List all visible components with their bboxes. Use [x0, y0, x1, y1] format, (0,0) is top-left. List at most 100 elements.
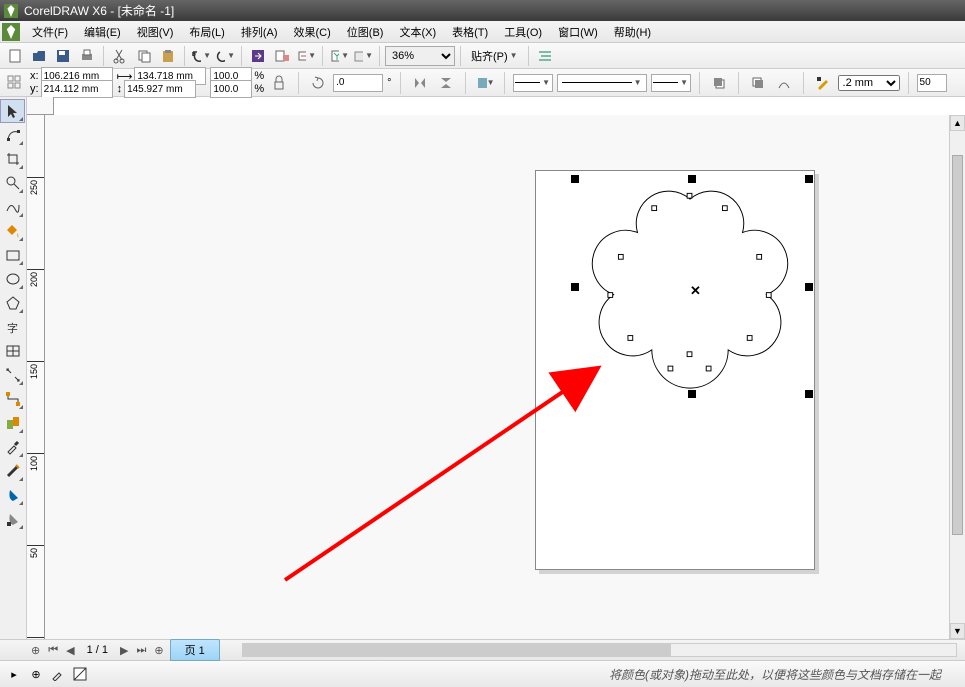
paste-button[interactable] — [157, 45, 179, 67]
pick-tool[interactable] — [0, 99, 25, 123]
eyedropper-tool[interactable] — [0, 435, 25, 459]
shape-tool[interactable] — [0, 123, 25, 147]
page-add-button[interactable]: ⊕ — [27, 644, 44, 657]
scroll-thumb[interactable] — [952, 155, 963, 535]
page-next-button[interactable]: ▶ — [116, 644, 132, 657]
page-last-button[interactable]: ⏭ — [132, 644, 150, 657]
open-button[interactable] — [28, 45, 50, 67]
menu-effects[interactable]: 效果(C) — [286, 21, 339, 43]
undo-button[interactable]: ▼ — [190, 45, 212, 67]
snap-label: 贴齐(P) — [471, 48, 508, 64]
crop-tool[interactable] — [0, 147, 25, 171]
horizontal-scrollbar[interactable] — [242, 643, 957, 657]
handle-s[interactable] — [688, 390, 696, 398]
welcome-button[interactable]: ▼ — [352, 45, 374, 67]
menu-layout[interactable]: 布局(L) — [181, 21, 232, 43]
publish-button[interactable]: ▼ — [295, 45, 317, 67]
outline-tool[interactable] — [0, 459, 25, 483]
status-eyedropper-button[interactable] — [48, 664, 68, 684]
cut-button[interactable] — [109, 45, 131, 67]
vertical-scrollbar[interactable]: ▲ ▼ — [949, 115, 965, 639]
page-bar: ⊕ ⏮ ◀ 1 / 1 ▶ ⏭ ⊕ 页 1 — [0, 639, 965, 661]
page-add2-button[interactable]: ⊕ — [150, 644, 167, 657]
rotation-input[interactable] — [333, 74, 383, 92]
canvas[interactable]: ✕ ▲ ▼ — [45, 115, 965, 639]
ellipse-tool[interactable] — [0, 267, 25, 291]
rectangle-tool[interactable] — [0, 243, 25, 267]
save-button[interactable] — [52, 45, 74, 67]
lock-ratio-button[interactable] — [268, 72, 290, 94]
y-input[interactable] — [41, 80, 113, 98]
menu-tools[interactable]: 工具(O) — [496, 21, 550, 43]
snap-button[interactable]: 贴齐(P)▼ — [466, 45, 523, 67]
scale-y-input[interactable] — [210, 80, 252, 98]
title-bar: CorelDRAW X6 - [未命名 -1] — [0, 0, 965, 21]
fill-tool[interactable] — [0, 483, 25, 507]
menu-window[interactable]: 窗口(W) — [550, 21, 606, 43]
scroll-down-button[interactable]: ▼ — [950, 623, 965, 639]
handle-w[interactable] — [571, 283, 579, 291]
copy-button[interactable] — [133, 45, 155, 67]
menu-help[interactable]: 帮助(H) — [606, 21, 659, 43]
zoom-select[interactable]: 36% — [385, 46, 455, 66]
separator — [241, 46, 242, 66]
menu-bar: 文件(F) 编辑(E) 视图(V) 布局(L) 排列(A) 效果(C) 位图(B… — [0, 21, 965, 43]
wrap-button[interactable]: ▼ — [474, 72, 496, 94]
convert-curves-button[interactable] — [773, 72, 795, 94]
page-tab[interactable]: 页 1 — [170, 639, 220, 661]
handle-e[interactable] — [805, 283, 813, 291]
connector-tool[interactable] — [0, 387, 25, 411]
interactive-fill-tool[interactable] — [0, 507, 25, 531]
status-none-button[interactable] — [70, 664, 90, 684]
height-input[interactable] — [124, 80, 196, 98]
print-button[interactable] — [76, 45, 98, 67]
menu-view[interactable]: 视图(V) — [129, 21, 182, 43]
menu-edit[interactable]: 编辑(E) — [76, 21, 129, 43]
export-button[interactable] — [271, 45, 293, 67]
menu-bitmap[interactable]: 位图(B) — [339, 21, 392, 43]
options-button[interactable] — [534, 45, 556, 67]
spinner-input[interactable] — [917, 74, 947, 92]
outline-width-select[interactable]: .2 mm — [838, 75, 900, 91]
status-play-button[interactable]: ▸ — [4, 664, 24, 684]
line-style-combo[interactable]: ▼ — [557, 74, 647, 92]
new-button[interactable] — [4, 45, 26, 67]
text-tool[interactable]: 字 — [0, 315, 25, 339]
app-launcher-button[interactable]: ▼ — [328, 45, 350, 67]
redo-button[interactable]: ▼ — [214, 45, 236, 67]
status-plus-button[interactable]: ⊕ — [26, 664, 46, 684]
line-end-combo[interactable]: ▼ — [651, 74, 691, 92]
to-front-button[interactable] — [708, 72, 730, 94]
ruler-corner[interactable] — [27, 97, 54, 115]
handle-ne[interactable] — [805, 175, 813, 183]
standard-toolbar: ▼ ▼ ▼ ▼ ▼ 36% 贴齐(P)▼ — [0, 43, 965, 69]
table-tool[interactable] — [0, 339, 25, 363]
to-back-button[interactable] — [747, 72, 769, 94]
line-start-combo[interactable]: ▼ — [513, 74, 553, 92]
scroll-up-button[interactable]: ▲ — [950, 115, 965, 131]
interactive-tool[interactable] — [0, 411, 25, 435]
page-tab-label: 页 1 — [185, 645, 205, 657]
page-first-button[interactable]: ⏮ — [44, 644, 62, 657]
smart-fill-tool[interactable] — [0, 219, 25, 243]
import-button[interactable] — [247, 45, 269, 67]
menu-table[interactable]: 表格(T) — [444, 21, 496, 43]
zoom-tool[interactable] — [0, 171, 25, 195]
mirror-h-button[interactable] — [409, 72, 431, 94]
handle-sw[interactable] — [571, 390, 579, 398]
handle-se[interactable] — [805, 390, 813, 398]
page-prev-button[interactable]: ◀ — [62, 644, 78, 657]
polygon-tool[interactable] — [0, 291, 25, 315]
hscroll-thumb[interactable] — [243, 644, 671, 656]
dimension-tool[interactable] — [0, 363, 25, 387]
menu-arrange[interactable]: 排列(A) — [233, 21, 286, 43]
ruler-vertical[interactable]: 300250200150100500 — [27, 115, 45, 639]
mirror-v-button[interactable] — [435, 72, 457, 94]
handle-nw[interactable] — [571, 175, 579, 183]
degree-label: ° — [387, 77, 391, 89]
menu-text[interactable]: 文本(X) — [391, 21, 444, 43]
freehand-tool[interactable] — [0, 195, 25, 219]
x-label: x: — [30, 70, 39, 82]
menu-file[interactable]: 文件(F) — [24, 21, 76, 43]
handle-n[interactable] — [688, 175, 696, 183]
